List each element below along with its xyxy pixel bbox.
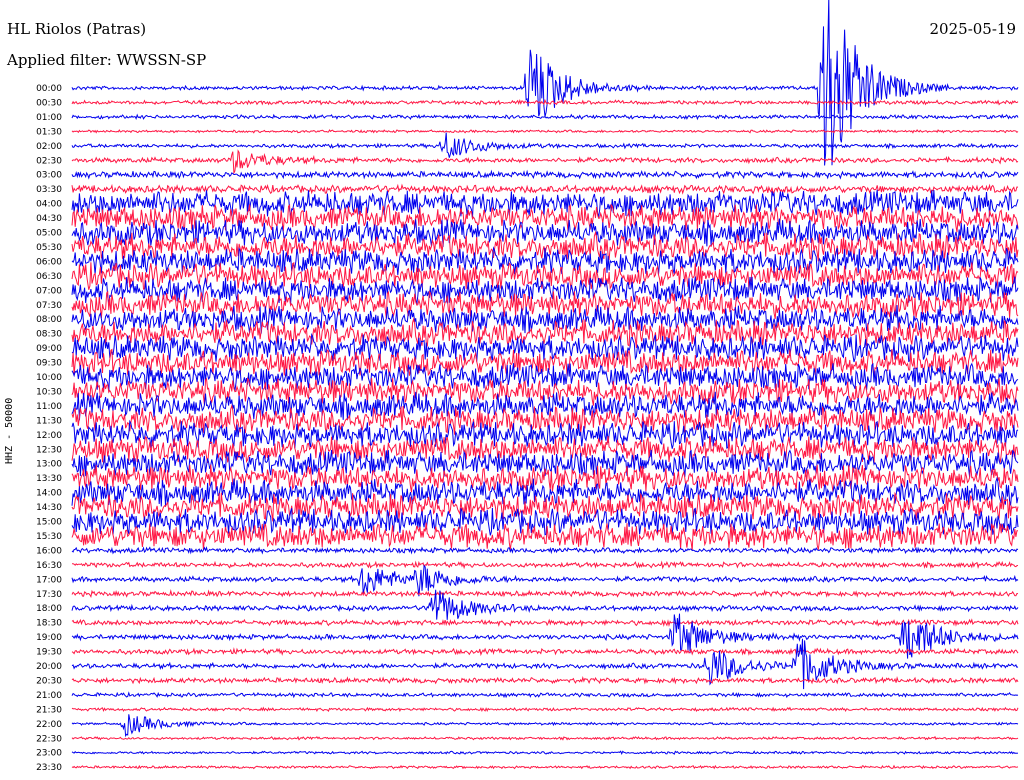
row-time-label: 14:00 bbox=[36, 489, 62, 499]
trace-line bbox=[71, 618, 1019, 628]
row-time-label: 20:30 bbox=[36, 676, 62, 686]
row-time-label: 01:30 bbox=[36, 127, 62, 137]
row-time-label: 10:30 bbox=[36, 387, 62, 397]
trace-line bbox=[71, 305, 1019, 334]
trace-line bbox=[71, 735, 1019, 741]
row-time-label: 06:00 bbox=[36, 257, 62, 267]
trace-line bbox=[71, 98, 1019, 106]
trace-line bbox=[71, 129, 1019, 134]
row-time-label: 21:30 bbox=[36, 705, 62, 715]
trace-line bbox=[71, 706, 1019, 713]
trace-line bbox=[71, 189, 1019, 219]
row-time-label: 16:00 bbox=[36, 546, 62, 556]
row-time-label: 04:30 bbox=[36, 214, 62, 224]
row-time-label: 15:00 bbox=[36, 518, 62, 528]
trace-line bbox=[71, 714, 1019, 738]
row-time-label: 14:30 bbox=[36, 503, 62, 513]
row-time-label: 05:30 bbox=[36, 243, 62, 253]
trace-line bbox=[71, 404, 1019, 435]
row-time-label: 13:30 bbox=[36, 474, 62, 484]
trace-line bbox=[71, 183, 1019, 195]
trace-line bbox=[71, 149, 1019, 175]
row-time-label: 02:30 bbox=[36, 156, 62, 166]
row-time-label: 18:00 bbox=[36, 604, 62, 614]
row-time-label: 12:30 bbox=[36, 445, 62, 455]
trace-line bbox=[71, 750, 1019, 755]
row-time-label: 11:00 bbox=[36, 402, 62, 412]
row-time-label: 11:30 bbox=[36, 416, 62, 426]
row-time-label: 07:30 bbox=[36, 301, 62, 311]
trace-line bbox=[71, 560, 1019, 570]
row-time-label: 09:00 bbox=[36, 344, 62, 354]
row-time-label: 23:00 bbox=[36, 749, 62, 759]
row-time-label: 22:00 bbox=[36, 720, 62, 730]
row-time-label: 06:30 bbox=[36, 272, 62, 282]
row-time-label: 10:00 bbox=[36, 373, 62, 383]
row-time-label: 03:30 bbox=[36, 185, 62, 195]
trace-line bbox=[71, 675, 1019, 685]
trace-line bbox=[71, 564, 1019, 597]
row-time-label: 13:00 bbox=[36, 460, 62, 470]
trace-line bbox=[71, 203, 1019, 233]
trace-line bbox=[71, 0, 1019, 166]
row-time-label: 23:30 bbox=[36, 763, 62, 773]
trace-line bbox=[71, 132, 1019, 158]
row-time-label: 05:00 bbox=[36, 229, 62, 239]
row-time-label: 22:30 bbox=[36, 734, 62, 744]
row-time-label: 17:30 bbox=[36, 590, 62, 600]
row-time-label: 19:00 bbox=[36, 633, 62, 643]
row-time-label: 01:00 bbox=[36, 113, 62, 123]
row-time-label: 18:30 bbox=[36, 619, 62, 629]
helicorder-plot: 00:00 00:30 01:00 01:30 02:00 02:30 03:00 03:30… bbox=[36, 0, 1019, 773]
row-time-label: 21:00 bbox=[36, 691, 62, 701]
trace-line bbox=[71, 317, 1019, 349]
trace-line bbox=[71, 691, 1019, 699]
trace-line bbox=[71, 522, 1018, 551]
trace-line bbox=[71, 546, 1019, 555]
row-time-label: 19:30 bbox=[36, 648, 62, 658]
seismogram-page: HL Riolos (Patras) 2025-05-19 Applied fi… bbox=[0, 0, 1024, 780]
row-time-label: 12:00 bbox=[36, 431, 62, 441]
row-time-label: 16:30 bbox=[36, 561, 62, 571]
trace-line bbox=[71, 589, 1019, 598]
row-time-label: 20:00 bbox=[36, 662, 62, 672]
row-time-label: 08:00 bbox=[36, 315, 62, 325]
trace-line bbox=[71, 764, 1019, 770]
row-time-label: 08:30 bbox=[36, 330, 62, 340]
row-time-label: 15:30 bbox=[36, 532, 62, 542]
row-time-label: 00:00 bbox=[36, 84, 62, 94]
trace-line bbox=[71, 647, 1019, 657]
row-time-label: 03:00 bbox=[36, 171, 62, 181]
row-time-label: 17:00 bbox=[36, 575, 62, 585]
row-time-label: 00:30 bbox=[36, 98, 62, 108]
row-time-label: 07:00 bbox=[36, 286, 62, 296]
row-time-label: 04:00 bbox=[36, 200, 62, 210]
row-time-label: 09:30 bbox=[36, 359, 62, 369]
trace-line bbox=[71, 169, 1019, 180]
row-time-label: 02:00 bbox=[36, 142, 62, 152]
